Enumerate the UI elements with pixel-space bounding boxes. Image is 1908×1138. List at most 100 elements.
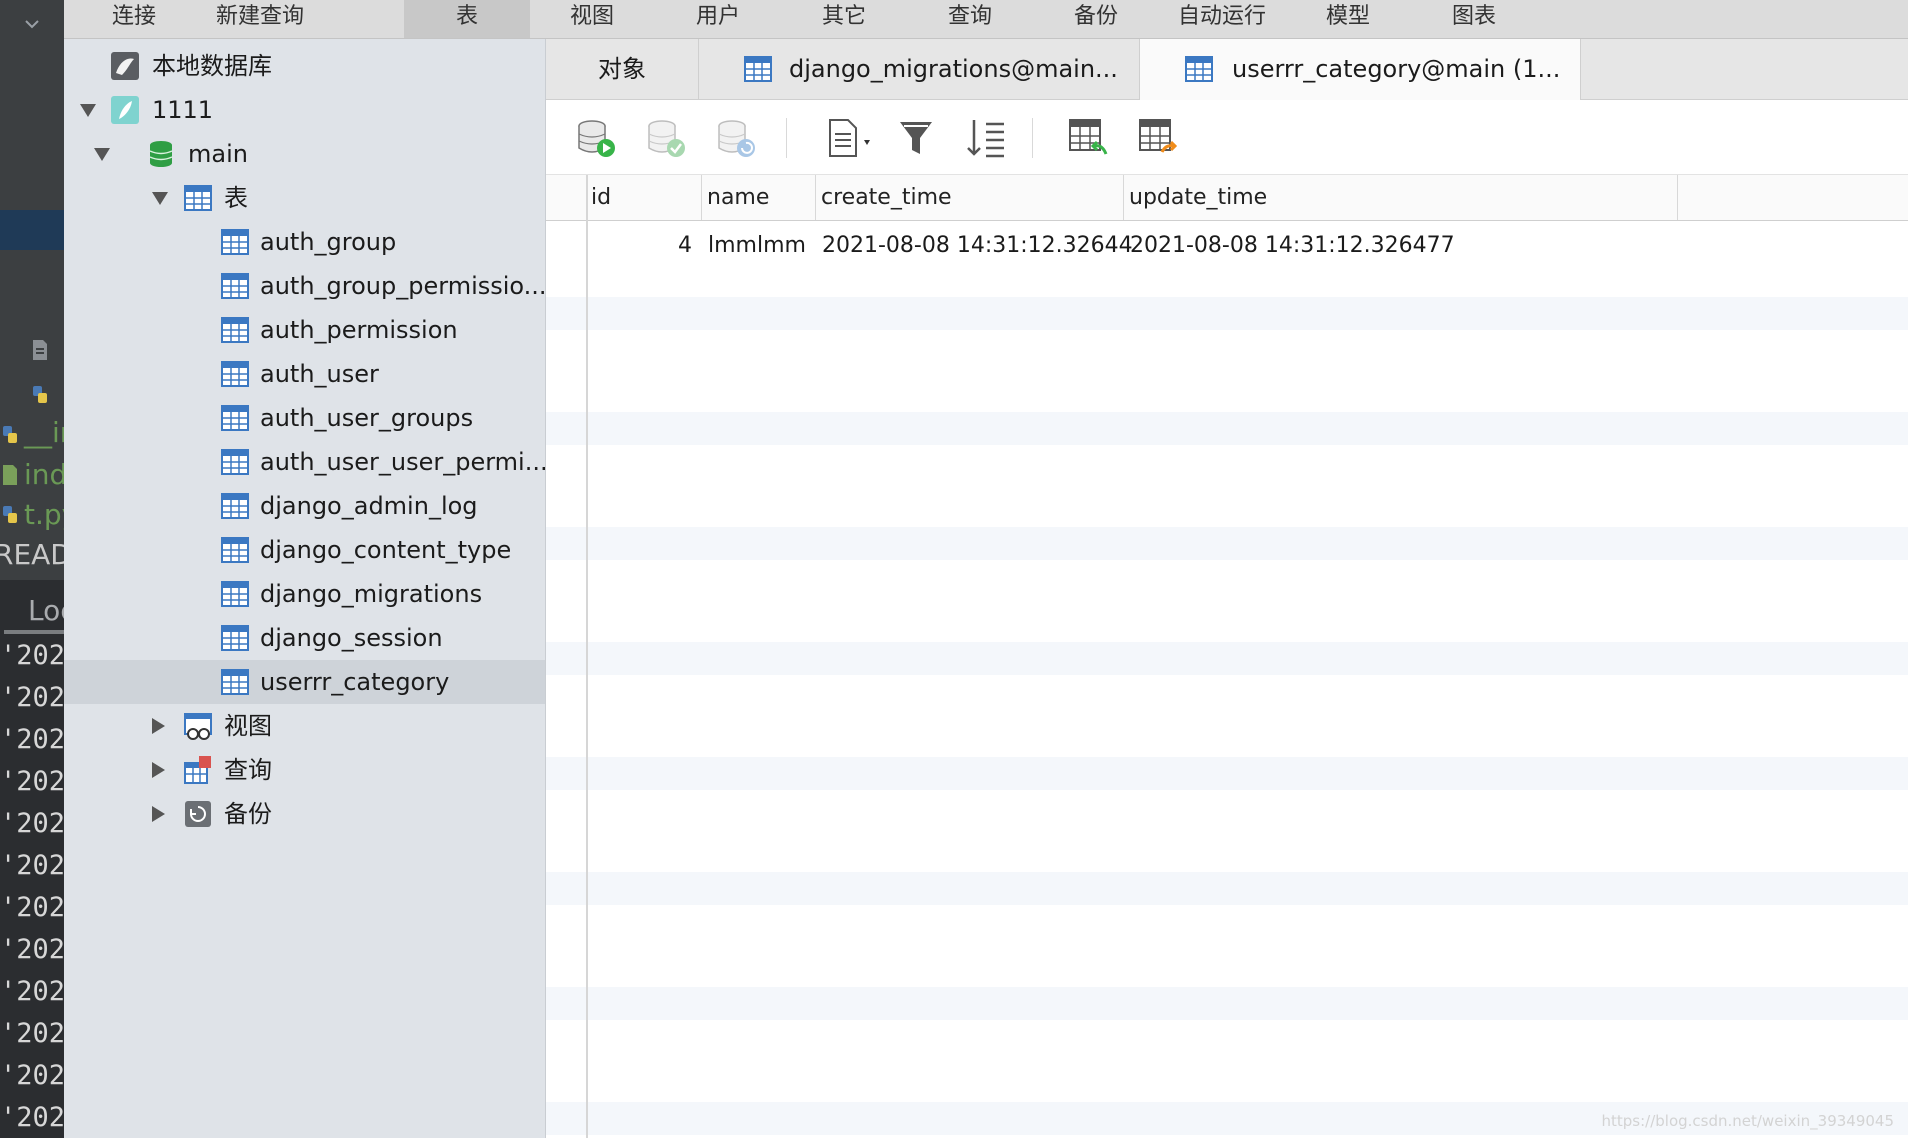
grid-row-stripe [546,412,1908,445]
python-icon [3,506,17,523]
caret-right-icon[interactable] [152,806,165,822]
tree-label: userrr_category [260,668,450,696]
tab-django-migrations[interactable]: django_migrations@main... [699,39,1140,99]
table-icon [221,229,249,255]
tree-label: 视图 [224,712,272,740]
chevron-down-icon[interactable] [22,14,42,34]
menu-backup[interactable]: 备份 [1074,0,1118,38]
menu-views[interactable]: 视图 [570,0,614,38]
menu-connect[interactable]: 连接 [112,0,156,38]
caret-right-icon[interactable] [152,718,165,734]
tree-item-table[interactable]: django_session [64,616,545,660]
tab-objects[interactable]: 对象 [546,39,699,99]
tree-label: auth_group_permissio... [260,272,547,300]
menu-charts[interactable]: 图表 [1452,0,1496,38]
data-grid: id name create_time update_time 4 lmmlmm… [546,175,1908,1138]
caret-down-icon[interactable] [152,192,168,205]
tree-item-database[interactable]: main [64,132,545,176]
sort-icon[interactable] [964,116,1008,160]
ide-file-name[interactable]: __in [24,416,64,449]
sqlite-feather-icon [111,96,139,124]
editor-tab-bar: 对象 django_migrations@main... userrr_cate… [546,39,1908,100]
caret-down-icon[interactable] [80,104,96,117]
tree-item-table[interactable]: auth_user_groups [64,396,545,440]
menu-automation[interactable]: 自动运行 [1178,0,1266,38]
grid-row-stripe [546,297,1908,330]
tree-item-table-selected[interactable]: userrr_category [64,660,545,704]
tree-item-queries-group[interactable]: 查询 [64,748,545,792]
export-icon[interactable] [1136,116,1180,160]
cell-id[interactable]: 4 [586,223,692,269]
ide-file-name[interactable]: t.py [24,498,64,531]
column-header-name[interactable]: name [702,175,816,220]
ide-file-name[interactable]: READ [0,538,64,571]
grid-header: id name create_time update_time [546,175,1908,221]
ide-log-tab[interactable]: Loc [28,594,64,627]
table-icon [184,185,212,211]
tree-item-local-db[interactable]: 本地数据库 [64,44,545,88]
tree-item-table[interactable]: django_content_type [64,528,545,572]
log-line: '2021 [0,1018,64,1049]
file-icon [3,465,17,485]
cell-update-time[interactable]: 2021-08-08 14:31:12.326477 [1130,223,1455,269]
menu-new-query[interactable]: 新建查询 [216,0,304,38]
column-header-create-time[interactable]: create_time [816,175,1124,220]
column-header-id[interactable]: id [586,175,702,220]
tree-item-backup-group[interactable]: 备份 [64,792,545,836]
tree-item-table[interactable]: auth_user [64,352,545,396]
filter-icon[interactable] [894,116,938,160]
menu-queries[interactable]: 查询 [948,0,992,38]
mysql-dolphin-icon [111,52,139,80]
log-line: '2021 [0,766,64,797]
tab-userrr-category[interactable]: userrr_category@main (1... [1140,39,1581,100]
table-icon [744,56,772,82]
tree-label: auth_user [260,360,379,388]
tree-label: auth_permission [260,316,458,344]
menu-tables[interactable]: 表 [404,0,530,38]
tree-item-table[interactable]: django_migrations [64,572,545,616]
log-line: '2021 [0,808,64,839]
cell-name[interactable]: lmmlmm [708,223,806,269]
table-icon [221,537,249,563]
menu-users[interactable]: 用户 [696,0,740,38]
menu-model[interactable]: 模型 [1326,0,1370,38]
table-icon [221,581,249,607]
tree-item-table[interactable]: django_admin_log [64,484,545,528]
tree-item-connection[interactable]: 1111 [64,88,545,132]
python-icon [3,426,17,443]
tree-item-views-group[interactable]: 视图 [64,704,545,748]
table-icon [221,317,249,343]
ide-file-name[interactable]: ind [24,458,64,491]
tree-item-table[interactable]: auth_group [64,220,545,264]
database-icon [149,141,173,167]
file-icon [33,340,47,360]
column-header-update-time[interactable]: update_time [1124,175,1678,220]
tree-item-table[interactable]: auth_group_permissio... [64,264,547,308]
python-icon [33,386,47,403]
rollback-icon[interactable] [714,116,758,160]
tree-item-table[interactable]: auth_permission [64,308,545,352]
tree-item-table[interactable]: auth_user_user_permi... [64,440,548,484]
menu-others[interactable]: 其它 [822,0,866,38]
object-tree-sidebar: 本地数据库 1111 main 表 auth_group auth_group_… [64,39,548,1138]
tree-label: django_session [260,624,443,652]
main-menu-bar: 连接 新建查询 表 视图 用户 其它 查询 备份 自动运行 模型 图表 [64,0,1908,39]
text-view-dropdown-icon[interactable] [822,116,882,160]
backup-icon [185,801,211,827]
commit-icon[interactable] [644,116,688,160]
caret-right-icon[interactable] [152,762,165,778]
table-icon [1185,56,1213,82]
grid-row-stripe [546,987,1908,1020]
tree-item-tables-group[interactable]: 表 [64,176,545,220]
tree-label: 1111 [152,96,214,124]
log-line: '2021 [0,640,64,671]
cell-create-time[interactable]: 2021-08-08 14:31:12.32644 [822,223,1133,269]
ide-editor-strip: __in ind t.py READ Loc '2021 '2021 '2021… [0,0,64,1138]
caret-down-icon[interactable] [94,148,110,161]
toolbar-separator [786,118,787,158]
begin-transaction-icon[interactable] [574,116,618,160]
import-icon[interactable] [1066,116,1110,160]
query-icon [184,756,211,784]
table-icon [221,625,249,651]
log-line: '2021 [0,976,64,1007]
